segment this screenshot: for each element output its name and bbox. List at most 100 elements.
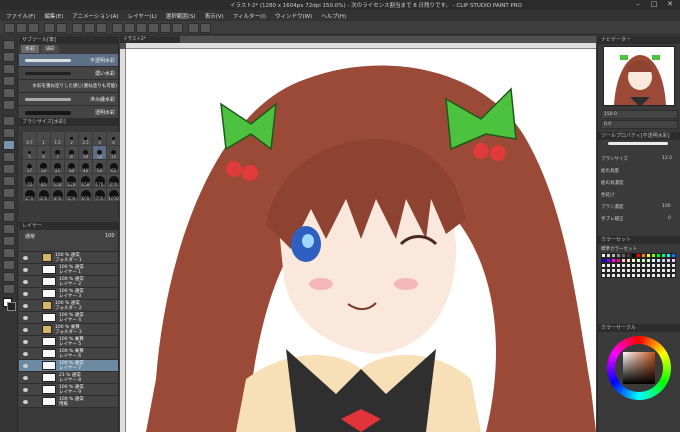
brush-item[interactable]: 滲み縁水彩 xyxy=(19,93,118,106)
drawing-canvas[interactable] xyxy=(126,49,596,432)
brush-size-option[interactable]: 8 xyxy=(65,146,78,159)
brush-item[interactable]: 濃い水彩 xyxy=(19,67,118,80)
brush-size-option[interactable]: 17 xyxy=(23,160,36,173)
clear-outside-icon[interactable] xyxy=(84,23,95,33)
layer-opacity[interactable]: 100 xyxy=(105,233,115,239)
navigator-preview[interactable] xyxy=(603,46,675,106)
brush-size-option[interactable]: 6 xyxy=(37,146,50,159)
document-tab[interactable]: イラスト2* xyxy=(120,36,180,43)
brush-size-option[interactable]: 1 xyxy=(37,132,50,145)
pen-tool-icon[interactable] xyxy=(3,116,15,126)
zoom-tool-icon[interactable] xyxy=(3,40,15,50)
visibility-eye-icon[interactable] xyxy=(23,291,28,296)
tab-watercolor[interactable]: 水彩 xyxy=(21,45,40,53)
assets-icon[interactable] xyxy=(200,23,211,33)
eyedropper-tool-icon[interactable] xyxy=(3,100,15,110)
tab-oil-paint[interactable]: 油彩 xyxy=(41,45,60,53)
brush-size-option[interactable]: 3 xyxy=(93,132,106,145)
new-file-icon[interactable] xyxy=(4,23,15,33)
brush-tool-icon[interactable] xyxy=(3,140,15,150)
brush-size-option[interactable]: 80 xyxy=(37,174,50,187)
ruler-tool-icon[interactable] xyxy=(3,248,15,258)
brush-size-option[interactable]: 12 xyxy=(93,146,106,159)
visibility-eye-icon[interactable] xyxy=(23,351,28,356)
move-tool-icon[interactable] xyxy=(3,52,15,62)
brush-size-option[interactable]: 100 xyxy=(51,174,64,187)
eraser-tool-icon[interactable] xyxy=(3,176,15,186)
open-icon[interactable] xyxy=(16,23,27,33)
brush-size-option[interactable]: 50 xyxy=(93,160,106,173)
menu-view[interactable]: 表示(V) xyxy=(205,12,224,20)
frame-tool-icon[interactable] xyxy=(3,236,15,246)
brush-size-option[interactable]: 150 xyxy=(79,174,92,187)
menu-file[interactable]: ファイル(F) xyxy=(6,12,35,20)
layer-row[interactable]: 21 % 通常 レイヤー 8 xyxy=(19,372,118,384)
layer-row[interactable]: 100 % 通常 レイヤー 4 xyxy=(19,312,118,324)
brush-size-option[interactable]: 500 xyxy=(65,188,78,201)
menu-window[interactable]: ウィンドウ(W) xyxy=(275,12,312,20)
saturation-value-square[interactable] xyxy=(623,352,655,384)
undo-icon[interactable] xyxy=(44,23,55,33)
auto-select-tool-icon[interactable] xyxy=(3,88,15,98)
brush-size-option[interactable]: 25 xyxy=(51,160,64,173)
stabilizer-value[interactable]: 0 xyxy=(668,216,671,221)
menu-animation[interactable]: アニメーション(A) xyxy=(72,12,118,20)
selection-tool-icon[interactable] xyxy=(3,76,15,86)
visibility-eye-icon[interactable] xyxy=(23,399,28,404)
redo-icon[interactable] xyxy=(56,23,67,33)
fill-tool-icon[interactable] xyxy=(3,200,15,210)
color-wheel[interactable] xyxy=(607,336,671,400)
menu-help[interactable]: ヘルプ(H) xyxy=(321,12,346,20)
brush-size-option[interactable]: 170 xyxy=(93,174,106,187)
snap-grid-icon[interactable] xyxy=(172,23,183,33)
close-button[interactable]: ✕ xyxy=(662,0,678,9)
menu-layer[interactable]: レイヤー(L) xyxy=(128,12,157,20)
brush-size-option[interactable]: 300 xyxy=(37,188,50,201)
balloon-tool-icon[interactable] xyxy=(3,272,15,282)
decoration-tool-icon[interactable] xyxy=(3,164,15,174)
brush-size-option[interactable]: 70 xyxy=(23,174,36,187)
brush-size-option[interactable]: 1.5 xyxy=(51,132,64,145)
layer-folder-row[interactable]: 100 % 通常 フォルダー 1 xyxy=(19,252,118,264)
airbrush-tool-icon[interactable] xyxy=(3,152,15,162)
layer-folder-row[interactable]: 100 % 通常 フォルダー 2 xyxy=(19,300,118,312)
menu-selection[interactable]: 選択範囲(S) xyxy=(166,12,196,20)
brush-size-option[interactable]: 0.7 xyxy=(23,132,36,145)
pencil-tool-icon[interactable] xyxy=(3,128,15,138)
layer-row[interactable]: 100 % 通常 レイヤー 1 xyxy=(19,264,118,276)
layer-folder-row[interactable]: 100 % 乗算 フォルダー 3 xyxy=(19,324,118,336)
visibility-eye-icon[interactable] xyxy=(23,303,28,308)
visibility-eye-icon[interactable] xyxy=(23,267,28,272)
gradient-tool-icon[interactable] xyxy=(3,212,15,222)
blend-tool-icon[interactable] xyxy=(3,188,15,198)
save-icon[interactable] xyxy=(28,23,39,33)
brush-size-option[interactable]: 40 xyxy=(79,160,92,173)
figure-tool-icon[interactable] xyxy=(3,224,15,234)
blend-mode-select[interactable]: 通常 xyxy=(25,233,35,240)
brush-item[interactable]: 不透明水彩 xyxy=(19,54,118,67)
visibility-eye-icon[interactable] xyxy=(23,339,28,344)
layer-row[interactable]: 100 % 通常 レイヤー 2 xyxy=(19,276,118,288)
visibility-eye-icon[interactable] xyxy=(23,375,28,380)
fill-icon[interactable] xyxy=(96,23,107,33)
clip-studio-icon[interactable] xyxy=(188,23,199,33)
visibility-eye-icon[interactable] xyxy=(23,387,28,392)
brush-size-option[interactable]: 20 xyxy=(37,160,50,173)
brush-size-option[interactable]: 15 xyxy=(107,146,120,159)
layer-row[interactable]: 100 % 通常 レイヤー 3 xyxy=(19,288,118,300)
visibility-eye-icon[interactable] xyxy=(23,363,28,368)
operation-tool-icon[interactable] xyxy=(3,64,15,74)
snap-ruler-icon[interactable] xyxy=(148,23,159,33)
color-set-name[interactable]: 標準カラーセット xyxy=(601,246,637,252)
brush-size-option[interactable]: 7 xyxy=(51,146,64,159)
invert-selection-icon[interactable] xyxy=(136,23,147,33)
deselect-icon[interactable] xyxy=(124,23,135,33)
brush-size-option[interactable]: 30 xyxy=(65,160,78,173)
snap-special-ruler-icon[interactable] xyxy=(160,23,171,33)
layer-row[interactable]: 100 % 乗算 レイヤー 5 xyxy=(19,336,118,348)
zoom-slider[interactable]: 150.0 xyxy=(601,110,678,119)
layer-row[interactable]: 100 % 通常 レイヤー 7 xyxy=(19,360,118,372)
visibility-eye-icon[interactable] xyxy=(23,315,28,320)
brush-size-option[interactable]: 600 xyxy=(79,188,92,201)
visibility-eye-icon[interactable] xyxy=(23,327,28,332)
